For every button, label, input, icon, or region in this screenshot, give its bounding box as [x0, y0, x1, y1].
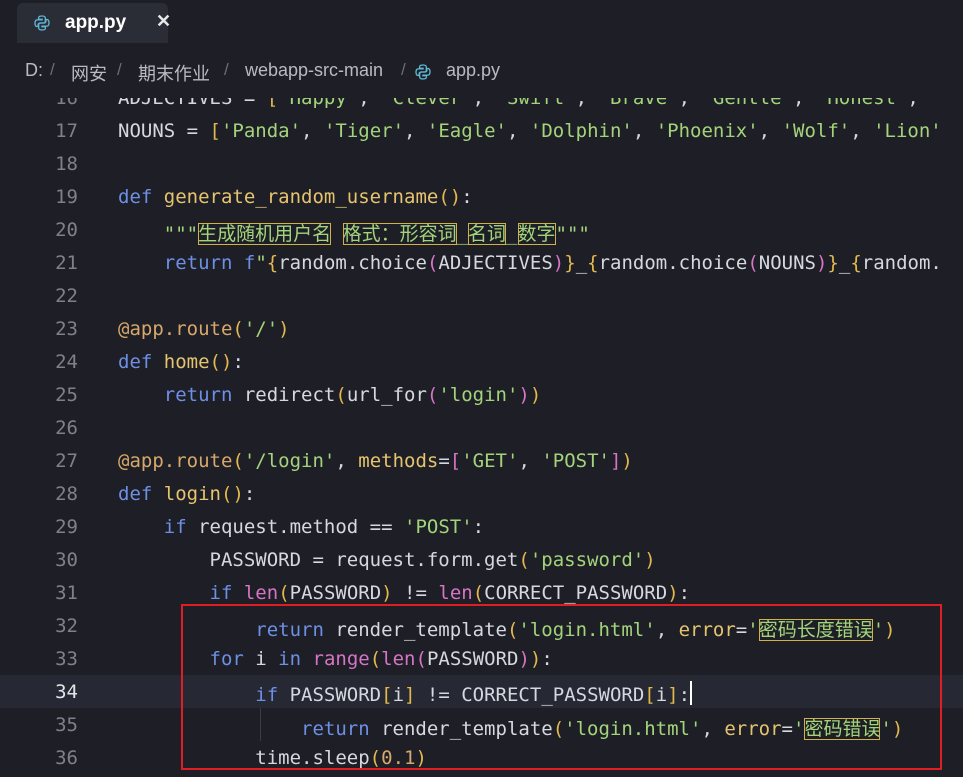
- line-number: 16: [55, 98, 78, 109]
- line-number: 26: [55, 417, 78, 439]
- breadcrumb-item-drive[interactable]: D:: [25, 60, 43, 81]
- line-number: 33: [55, 648, 78, 670]
- breadcrumb-separator: /: [117, 60, 122, 79]
- code-line[interactable]: 27 @app.route('/login', methods=['GET', '…: [0, 444, 963, 477]
- code-line[interactable]: 20 """生成随机用户名 格式：形容词_名词_数字""": [0, 213, 963, 246]
- tab-app-py[interactable]: app.py ✕: [17, 3, 171, 43]
- code-line[interactable]: 18: [0, 147, 963, 180]
- line-number: 25: [55, 384, 78, 406]
- code-text[interactable]: def home():: [118, 351, 244, 373]
- breadcrumb-separator: /: [50, 60, 55, 79]
- line-number: 23: [55, 318, 78, 340]
- line-number: 30: [55, 549, 78, 571]
- code-text[interactable]: def generate_random_username():: [118, 186, 473, 208]
- code-line[interactable]: 16 ADJECTIVES = ['Happy', 'Clever', 'Swif…: [0, 98, 963, 114]
- code-line[interactable]: 26: [0, 411, 963, 444]
- code-text[interactable]: @app.route('/'): [118, 318, 290, 340]
- python-icon: [415, 64, 431, 80]
- tab-bar: app.py ✕: [0, 0, 963, 48]
- code-line[interactable]: 30 PASSWORD = request.form.get('password…: [0, 543, 963, 576]
- breadcrumb-item-folder[interactable]: 期末作业: [138, 60, 210, 86]
- breadcrumb-item-file[interactable]: app.py: [446, 60, 500, 81]
- line-number: 35: [55, 714, 78, 736]
- close-icon[interactable]: ✕: [156, 11, 171, 32]
- code-text[interactable]: if len(PASSWORD) != len(CORRECT_PASSWORD…: [118, 582, 691, 604]
- code-text[interactable]: NOUNS = ['Panda', 'Tiger', 'Eagle', 'Dol…: [118, 120, 942, 142]
- code-text[interactable]: return redirect(url_for('login')): [118, 384, 542, 406]
- code-text[interactable]: @app.route('/login', methods=['GET', 'PO…: [118, 450, 633, 472]
- line-number: 27: [55, 450, 78, 472]
- code-line[interactable]: 17 NOUNS = ['Panda', 'Tiger', 'Eagle', 'D…: [0, 114, 963, 147]
- code-line[interactable]: 23 @app.route('/'): [0, 312, 963, 345]
- python-icon: [34, 15, 50, 31]
- tab-label: app.py: [65, 12, 127, 33]
- breadcrumb-item-folder[interactable]: webapp-src-main: [245, 60, 383, 81]
- code-line[interactable]: 22: [0, 279, 963, 312]
- line-number: 31: [55, 582, 78, 604]
- code-text[interactable]: def login():: [118, 483, 255, 505]
- code-text[interactable]: PASSWORD = request.form.get('password'): [118, 549, 656, 571]
- line-number: 29: [55, 516, 78, 538]
- code-line[interactable]: 29 if request.method == 'POST':: [0, 510, 963, 543]
- breadcrumb-item-folder[interactable]: 网安: [71, 60, 107, 86]
- line-number: 36: [55, 747, 78, 769]
- code-line[interactable]: 19 def generate_random_username():: [0, 180, 963, 213]
- line-number: 22: [55, 285, 78, 307]
- line-number: 20: [55, 219, 78, 241]
- code-text[interactable]: ADJECTIVES = ['Happy', 'Clever', 'Swift'…: [118, 98, 919, 109]
- breadcrumb: D: / 网安 / 期末作业 / webapp-src-main / app.p…: [0, 48, 963, 98]
- line-number: 32: [55, 615, 78, 637]
- line-number: 17: [55, 120, 78, 142]
- breadcrumb-separator: /: [401, 60, 406, 79]
- annotation-rectangle: [181, 604, 942, 770]
- line-number: 24: [55, 351, 78, 373]
- code-text[interactable]: """生成随机用户名 格式：形容词_名词_数字""": [118, 219, 590, 246]
- line-number: 34: [55, 681, 78, 703]
- line-number: 19: [55, 186, 78, 208]
- code-text[interactable]: if request.method == 'POST':: [118, 516, 484, 538]
- code-text[interactable]: return f"{random.choice(ADJECTIVES)}_{ra…: [118, 252, 942, 274]
- code-line[interactable]: 21 return f"{random.choice(ADJECTIVES)}_…: [0, 246, 963, 279]
- code-line[interactable]: 24 def home():: [0, 345, 963, 378]
- breadcrumb-separator: /: [224, 60, 229, 79]
- line-number: 18: [55, 153, 78, 175]
- code-line[interactable]: 28 def login():: [0, 477, 963, 510]
- code-line[interactable]: 25 return redirect(url_for('login')): [0, 378, 963, 411]
- line-number: 28: [55, 483, 78, 505]
- line-number: 21: [55, 252, 78, 274]
